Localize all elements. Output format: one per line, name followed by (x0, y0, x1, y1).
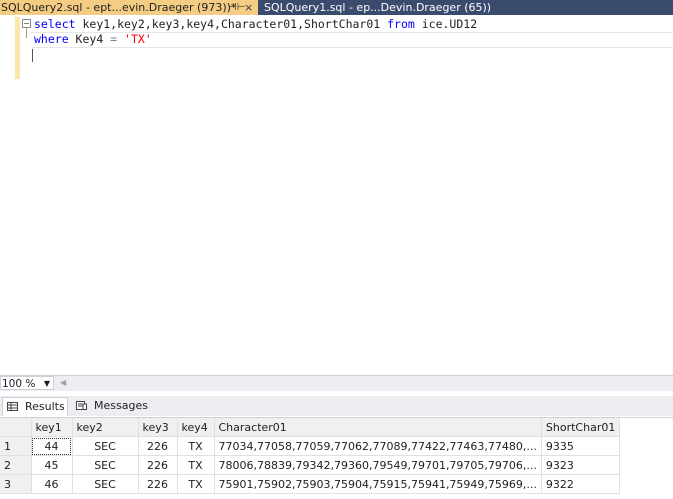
column-header[interactable]: ShortChar01 (541, 418, 621, 437)
document-tab-bar: SQLQuery2.sql - ept...evin.Draeger (973)… (0, 0, 673, 15)
cell-key1[interactable]: 45 (31, 455, 73, 475)
corner-cell[interactable] (0, 418, 32, 437)
table-row: 3 46 SEC 226 TX 75901,75902,75903,75904,… (0, 474, 621, 494)
cell-character01[interactable]: 77034,77058,77059,77062,77089,77422,7746… (214, 436, 542, 456)
cell-character01[interactable]: 75901,75902,75903,75904,75915,75941,7594… (214, 474, 542, 494)
row-number[interactable]: 1 (0, 436, 32, 456)
column-header[interactable]: key3 (138, 418, 178, 437)
row-number[interactable]: 2 (0, 455, 32, 475)
column-header[interactable]: key4 (177, 418, 215, 437)
query-editor[interactable]: − select key1,key2,key3,key4,Character01… (0, 15, 673, 373)
results-table: key1 key2 key3 key4 Character01 ShortCha… (0, 418, 621, 494)
collapse-icon[interactable]: − (22, 19, 31, 28)
table-row: 1 44 SEC 226 TX 77034,77058,77059,77062,… (0, 436, 621, 456)
zoom-bar: 100 % ▼ ◀ (0, 375, 673, 391)
cell-key2[interactable]: SEC (72, 436, 139, 456)
cell-key2[interactable]: SEC (72, 474, 139, 494)
cell-key2[interactable]: SEC (72, 455, 139, 475)
chevron-down-icon: ▼ (43, 379, 50, 388)
cell-key3[interactable]: 226 (138, 474, 178, 494)
code-line-1[interactable]: select key1,key2,key3,key4,Character01,S… (34, 17, 477, 32)
results-tab-bar: Results Messages (0, 396, 673, 416)
keyword-select: select (34, 17, 76, 31)
zoom-dropdown[interactable]: 100 % ▼ (0, 376, 54, 390)
column-header[interactable]: key1 (31, 418, 73, 437)
cell-key3[interactable]: 226 (138, 455, 178, 475)
column-header[interactable]: Character01 (214, 418, 542, 437)
change-indicator-bar (15, 17, 20, 79)
tab-results-label: Results (25, 400, 65, 413)
cell-key1[interactable]: 46 (31, 474, 73, 494)
cell-key4[interactable]: TX (177, 436, 215, 456)
code-line-2[interactable]: where Key4 = 'TX' (34, 32, 152, 47)
tab-sqlquery2[interactable]: SQLQuery2.sql - ept...evin.Draeger (973)… (0, 0, 258, 15)
cell-key3[interactable]: 226 (138, 436, 178, 456)
outline-line (26, 28, 27, 38)
cell-key1[interactable]: 44 (31, 436, 73, 456)
cell-shortchar01[interactable]: 9335 (541, 436, 621, 456)
close-icon[interactable]: × (244, 0, 253, 15)
column-header[interactable]: key2 (72, 418, 139, 437)
cell-shortchar01[interactable]: 9322 (541, 474, 621, 494)
text-caret (32, 49, 33, 62)
zoom-value: 100 % (2, 378, 36, 390)
cell-character01[interactable]: 78006,78839,79342,79360,79549,79701,7970… (214, 455, 542, 475)
keyword-from: from (387, 17, 415, 31)
row-number[interactable]: 3 (0, 474, 32, 494)
keyword-where: where (34, 32, 69, 46)
tab-messages-label: Messages (94, 399, 148, 412)
grid-icon (7, 402, 18, 411)
table-row: 2 45 SEC 226 TX 78006,78839,79342,79360,… (0, 455, 621, 475)
messages-icon (76, 401, 87, 410)
cell-key4[interactable]: TX (177, 455, 215, 475)
tab-messages[interactable]: Messages (72, 397, 148, 415)
cell-key4[interactable]: TX (177, 474, 215, 494)
header-row: key1 key2 key3 key4 Character01 ShortCha… (0, 418, 621, 437)
scroll-left-icon[interactable]: ◀ (60, 378, 66, 387)
table-name: ice.UD12 (414, 17, 478, 31)
string-literal: 'TX' (117, 32, 152, 46)
tab-title: SQLQuery1.sql - ep...Devin.Draeger (65))… (264, 1, 490, 14)
tab-results[interactable]: Results (2, 397, 68, 416)
column-list: key1,key2,key3,key4,Character01,ShortCha… (75, 17, 388, 31)
tab-title: SQLQuery2.sql - ept...evin.Draeger (973)… (1, 1, 237, 14)
pin-icon[interactable]: ⊣⊢ (228, 0, 245, 15)
results-grid[interactable]: key1 key2 key3 key4 Character01 ShortCha… (0, 417, 673, 499)
condition-column: Key4 (68, 32, 111, 46)
tab-sqlquery1[interactable]: SQLQuery1.sql - ep...Devin.Draeger (65))… (260, 0, 490, 15)
cell-shortchar01[interactable]: 9323 (541, 455, 621, 475)
